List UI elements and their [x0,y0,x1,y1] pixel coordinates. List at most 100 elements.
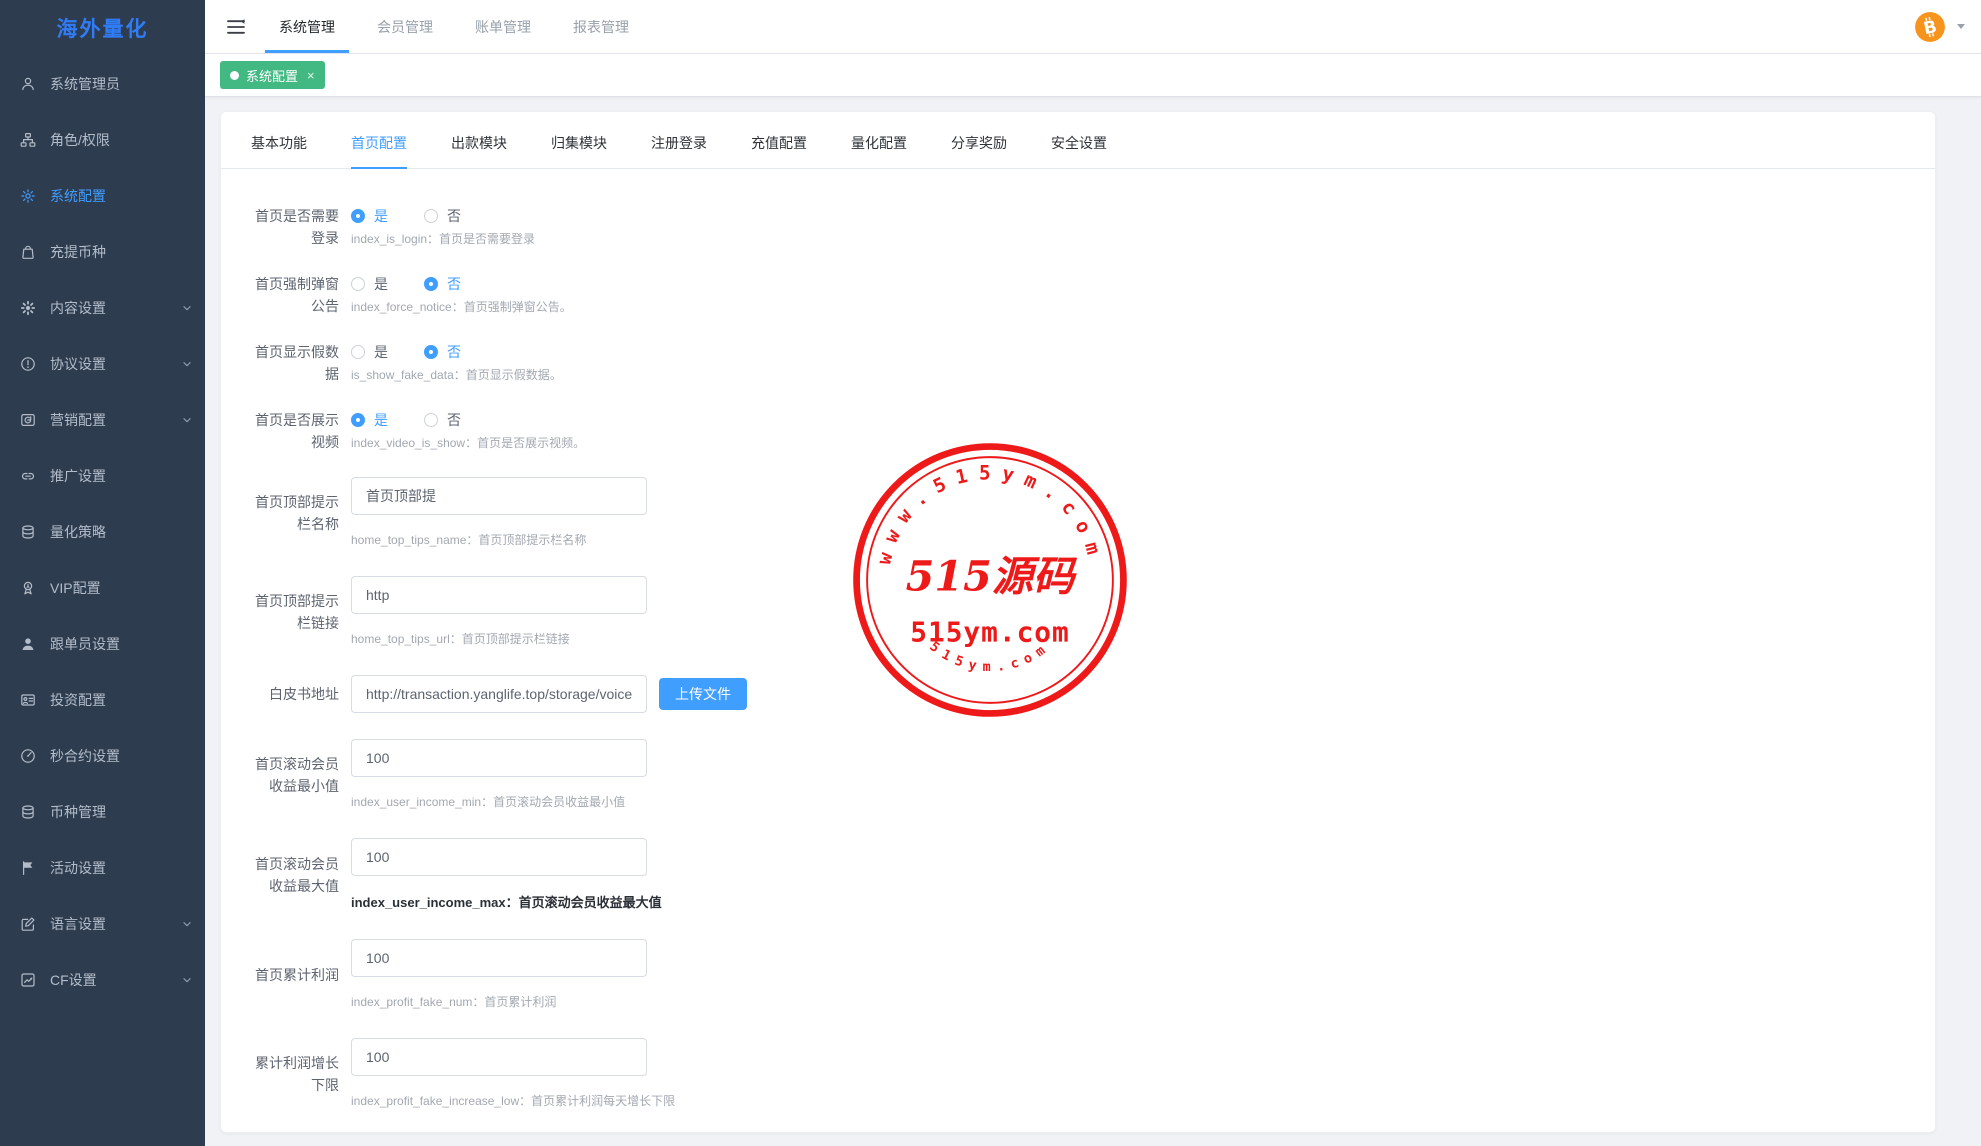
sidebar-item-label: 推广设置 [50,466,106,486]
sidebar-item-label: 量化策略 [50,522,106,542]
sidebar-item-id-card[interactable]: 投资配置 [0,672,205,728]
top-nav-tab[interactable]: 账单管理 [461,0,545,53]
panel-tab[interactable]: 出款模块 [451,133,507,168]
sidebar-item-database[interactable]: 币种管理 [0,784,205,840]
sidebar-item-label: CF设置 [50,970,97,990]
form-row: 首页累计利润index_profit_fake_num：首页累计利润 [251,939,1935,1010]
sidebar-item-chart[interactable]: CF设置 [0,952,205,1008]
radio-label: 是 [374,410,388,430]
radio-label: 是 [374,274,388,294]
text-input[interactable] [351,939,647,977]
radio-option[interactable]: 否 [424,274,461,294]
radio-option[interactable]: 是 [351,274,388,294]
chevron-down-icon [181,358,193,370]
chevron-down-icon [181,302,193,314]
field-control: index_profit_fake_num：首页累计利润 [351,939,647,1010]
radio-circle-icon [351,277,365,291]
form-row: 白皮书地址上传文件 [251,675,1935,713]
sidebar-item-gear-solid[interactable]: 内容设置 [0,280,205,336]
radio-label: 否 [447,410,461,430]
tag-view-item[interactable]: 系统配置 × [220,61,325,89]
field-control: 是否index_is_login：首页是否需要登录 [351,205,535,249]
database-icon [20,804,36,820]
form-row: 首页滚动会员收益最小值index_user_income_min：首页滚动会员收… [251,739,1935,810]
chevron-down-icon [181,918,193,930]
field-label: 首页顶部提示栏名称 [251,477,339,548]
panel-tab[interactable]: 归集模块 [551,133,607,168]
sidebar-item-edit[interactable]: 语言设置 [0,896,205,952]
sidebar-item-gear[interactable]: 系统配置 [0,168,205,224]
sidebar-item-marketing[interactable]: 营销配置 [0,392,205,448]
panel-tab[interactable]: 首页配置 [351,133,407,168]
field-hint: index_user_income_min：首页滚动会员收益最小值 [351,793,647,810]
text-input[interactable] [351,477,647,515]
panel-tab[interactable]: 量化配置 [851,133,907,168]
collapse-sidebar-icon[interactable] [219,10,253,44]
chevron-down-icon [181,974,193,986]
sidebar-item-flag[interactable]: 活动设置 [0,840,205,896]
user-solid-icon [20,636,36,652]
sidebar-item-speedometer[interactable]: 秒合约设置 [0,728,205,784]
text-input[interactable] [351,739,647,777]
form-row: 首页是否展示视频是否index_video_is_show：首页是否展示视频。 [251,409,1935,453]
settings-tabs: 基本功能 首页配置 出款模块 归集模块 注册登录 充值配置 量化配置 分享奖励 安全设置 [221,112,1935,169]
chevron-down-icon [1957,24,1965,29]
radio-option[interactable]: 是 [351,342,388,362]
radio-option[interactable]: 否 [424,342,461,362]
sidebar-item-database[interactable]: 量化策略 [0,504,205,560]
radio-circle-icon [351,345,365,359]
field-label: 累计利润增长下限 [251,1038,339,1109]
radio-circle-icon [424,277,438,291]
radio-option[interactable]: 是 [351,410,388,430]
text-input[interactable] [351,838,647,876]
top-nav-tab[interactable]: 系统管理 [265,0,349,53]
radio-option[interactable]: 是 [351,206,388,226]
sidebar-menu: 系统管理员角色/权限系统配置充提币种内容设置协议设置营销配置推广设置量化策略 VI… [0,56,205,1008]
sidebar-item-label: 充提币种 [50,242,106,262]
field-control: index_profit_fake_increase_low：首页累计利润每天增… [351,1038,675,1109]
settings-card: 基本功能首页配置出款模块归集模块注册登录充值配置量化配置分享奖励安全设置 首页是… [220,111,1936,1133]
form-row: 累计利润增长下限index_profit_fake_increase_low：首… [251,1038,1935,1109]
sitemap-icon [20,132,36,148]
medal-icon [20,580,36,596]
panel-tab[interactable]: 安全设置 [1051,133,1107,168]
panel-tab[interactable]: 充值配置 [751,133,807,168]
sidebar-item-label: 币种管理 [50,802,106,822]
field-hint: index_force_notice：首页强制弹窗公告。 [351,298,572,315]
field-label: 首页强制弹窗公告 [251,273,339,317]
field-hint: home_top_tips_name：首页顶部提示栏名称 [351,531,647,548]
sidebar-item-bag[interactable]: 充提币种 [0,224,205,280]
sidebar-item-medal[interactable]: VIP配置 [0,560,205,616]
radio-option[interactable]: 否 [424,206,461,226]
bag-icon [20,244,36,260]
user-menu[interactable]: B [1915,12,1965,42]
close-icon[interactable]: × [307,69,315,82]
field-control: 是否is_show_fake_data：首页显示假数据。 [351,341,562,385]
speedometer-icon [20,748,36,764]
sidebar-item-user-solid[interactable]: 跟单员设置 [0,616,205,672]
upload-file-button[interactable]: 上传文件 [659,678,747,710]
sidebar-item-link[interactable]: 推广设置 [0,448,205,504]
text-input[interactable] [351,1038,647,1076]
chevron-down-icon [181,414,193,426]
top-navbar: 系统管理会员管理账单管理报表管理 B [205,0,1981,54]
text-input[interactable] [351,576,647,614]
sidebar: 海外量化 系统管理员角色/权限系统配置充提币种内容设置协议设置营销配置推广设置量… [0,0,205,1146]
top-nav-tab[interactable]: 会员管理 [363,0,447,53]
user-icon [20,76,36,92]
form-row: 首页是否需要登录是否index_is_login：首页是否需要登录 [251,205,1935,249]
sidebar-item-sitemap[interactable]: 角色/权限 [0,112,205,168]
database-icon [20,524,36,540]
panel-tab[interactable]: 注册登录 [651,133,707,168]
sidebar-item-info-circle[interactable]: 协议设置 [0,336,205,392]
panel-tab[interactable]: 基本功能 [251,133,307,168]
edit-icon [20,916,36,932]
avatar[interactable]: B [1915,12,1945,42]
field-hint: index_video_is_show：首页是否展示视频。 [351,434,585,451]
top-nav-tab[interactable]: 报表管理 [559,0,643,53]
tag-label: 系统配置 [246,66,298,85]
sidebar-item-user[interactable]: 系统管理员 [0,56,205,112]
radio-option[interactable]: 否 [424,410,461,430]
text-input[interactable] [351,675,647,713]
panel-tab[interactable]: 分享奖励 [951,133,1007,168]
